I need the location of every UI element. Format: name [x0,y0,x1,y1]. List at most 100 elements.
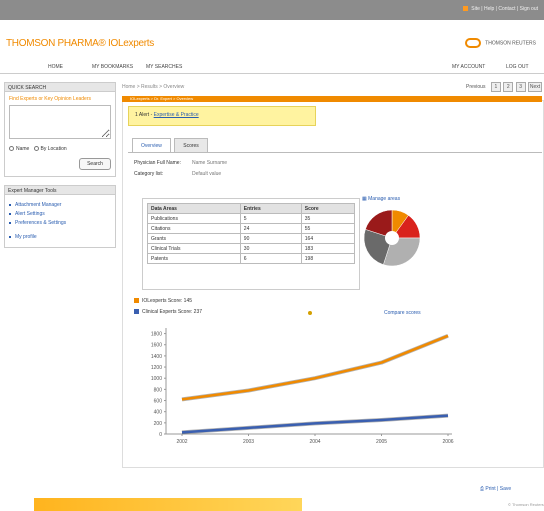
x-tick-label: 2005 [376,439,387,445]
column-header[interactable]: Score [300,203,356,214]
radio-location[interactable] [33,146,39,152]
legend-swatch [134,298,139,304]
profile-fields: Physician Full Name: Name Surname Categor… [134,160,227,182]
table-row: Patents 6 198 [147,253,356,264]
nav-bookmarks[interactable]: MY BOOKMARKS [92,64,133,70]
column-header[interactable]: Data Areas [147,203,241,214]
pager: Previous 1 2 3 Next [466,82,542,93]
score-table: Data Areas Entries Score Publications 5 35… [147,203,356,264]
x-tick-label: 2002 [176,439,187,445]
pager-page-2[interactable]: 2 [503,82,514,92]
x-tick-label: 2003 [243,439,254,445]
brand-swoosh-icon [465,38,482,48]
print-save-links[interactable]: ⎙ Print | Save [480,486,511,492]
x-tick-label: 2004 [309,439,320,445]
manage-areas-link[interactable]: ▦ Manage areas [362,196,400,202]
series-line-1 [181,414,449,434]
table-cell: Citations [147,223,241,234]
alert-label: 1 Alert [135,112,150,118]
table-cell: 164 [300,233,356,244]
table-cell: 183 [300,243,356,254]
field-label: Category list: [134,171,164,177]
y-tick-label: 200 [154,421,163,427]
radio-name[interactable] [9,146,14,152]
table-cell: 90 [239,233,302,244]
nav-logout[interactable]: LOG OUT [506,64,529,70]
compare-scores-link[interactable]: Compare scores [384,310,421,316]
table-cell: 5 [239,213,302,224]
y-tick-label: 600 [154,399,163,405]
alert-box: 1 Alert - Expertise & Practice [128,106,316,126]
pager-page-3[interactable]: 3 [515,82,526,92]
search-type-radios: Name By Location [9,146,111,152]
breadcrumb[interactable]: Home > Results > Overview [122,84,184,90]
quick-search-input[interactable] [9,105,111,139]
tool-preferences[interactable]: Preferences & Settings [9,220,111,226]
print-save-label: Print | Save [485,486,512,492]
pager-label[interactable]: Previous [466,84,485,90]
top-utility-bar: Site | Help | Contact | Sign out [0,0,544,20]
sidebar: QUICK SEARCH Find Experts or Key Opinion… [4,82,116,248]
legend-item: IOLexperts Score: 145 [134,298,202,304]
table-cell: 6 [239,253,302,264]
radio-location-label: By Location [40,146,67,152]
field-value[interactable]: Default value [192,171,221,177]
tools-heading: Expert Manager Tools [4,185,116,195]
field-row: Category list: Default value [134,171,227,177]
tab-scores[interactable]: Scores [174,138,208,152]
tools-section: Expert Manager Tools Attachment Manager … [4,185,116,248]
series-line-0 [181,334,449,401]
tool-alert-settings[interactable]: Alert Settings [9,211,111,217]
y-tick-label: 400 [154,410,163,416]
copyright: © Thomson Reuters [508,502,544,507]
field-label: Physician Full Name: [134,160,181,166]
tab-overview[interactable]: Overview [132,138,171,152]
table-cell: 35 [300,213,356,224]
legend-label: IOLexperts Score: 145 [142,298,193,304]
table-row: Citations 24 55 [147,223,356,234]
radio-name-label: Name [16,146,30,152]
bottom-banner [34,498,302,511]
quick-search-panel: Find Experts or Key Opinion Leaders Name… [4,92,116,177]
x-tick-label: 2006 [442,439,453,445]
search-button[interactable]: Search [79,158,111,170]
table-cell: Publications [147,213,241,224]
manage-areas-label: Manage areas [368,196,401,202]
table-cell: Grants [147,233,241,244]
table-cell: 24 [239,223,302,234]
status-dot [308,311,312,315]
score-pie-chart [363,209,421,267]
pie-hole [385,231,399,245]
brand-logo: THOMSON REUTERS [465,38,536,48]
header: THOMSON PHARMA® IOLexperts THOMSON REUTE… [0,20,544,60]
tools-panel: Attachment Manager Alert Settings Prefer… [4,195,116,248]
pager-page-1[interactable]: 1 [490,82,501,92]
tool-my-profile[interactable]: My profile [9,234,111,240]
user-icon [463,6,469,12]
app-logo[interactable]: THOMSON PHARMA® IOLexperts [6,38,154,49]
chart-legend: IOLexperts Score: 145 Clinical Experts S… [134,298,202,320]
legend-label: Clinical Experts Score: 237 [142,309,203,315]
column-header[interactable]: Entries [239,203,302,214]
quick-search-heading: QUICK SEARCH [4,82,116,92]
y-tick-label: 1200 [151,365,162,371]
section-strip-text: IOLexperts > Dr. Expert > Overview [130,96,194,101]
legend-swatch [134,309,139,315]
y-tick-label: 1600 [151,343,162,349]
y-tick-label: 1800 [151,332,162,338]
score-line-chart: 0 200 400 600 800 1000 1200 1400 1600 1800 2002 200… [151,328,454,445]
utility-links[interactable]: Site | Help | Contact | Sign out [463,6,538,12]
table-cell: Clinical Trials [147,243,241,254]
table-cell: 198 [300,253,356,264]
nav-account[interactable]: MY ACCOUNT [452,64,485,70]
y-tick-label: 1000 [151,376,162,382]
alert-link[interactable]: Expertise & Practice [154,112,199,118]
tool-attachment-manager[interactable]: Attachment Manager [9,202,111,208]
section-strip: IOLexperts > Dr. Expert > Overview [122,96,542,102]
y-tick-label: 1400 [151,354,162,360]
legend-item: Clinical Experts Score: 237 [134,309,202,315]
pager-next[interactable]: Next [528,82,542,92]
nav-home[interactable]: HOME [48,64,63,70]
nav-searches[interactable]: MY SEARCHES [146,64,182,70]
main-nav: HOME MY BOOKMARKS MY SEARCHES MY ACCOUNT… [0,60,544,74]
